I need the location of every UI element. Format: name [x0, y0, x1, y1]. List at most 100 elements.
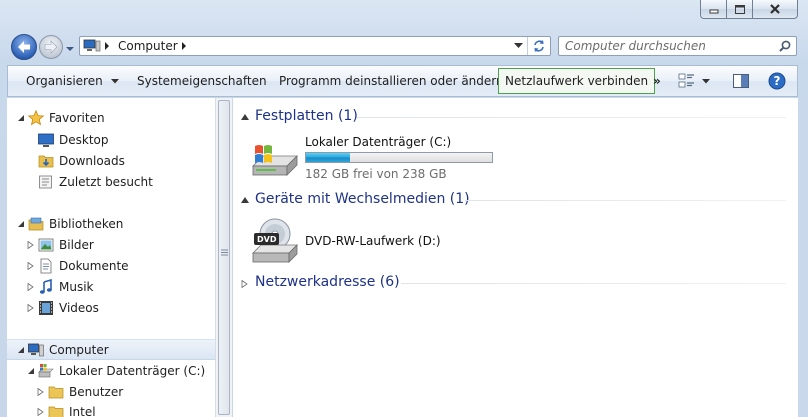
preview-pane-icon: [733, 74, 749, 88]
expanded-triangle-icon[interactable]: [17, 114, 25, 122]
breadcrumb-computer[interactable]: Computer: [118, 39, 178, 53]
collapsed-triangle-icon[interactable]: [37, 387, 45, 396]
tree-item-pictures[interactable]: Bilder: [7, 234, 215, 255]
tree-label: Dokumente: [59, 258, 129, 273]
maximize-button[interactable]: [726, 0, 753, 19]
forward-arrow-icon: [44, 40, 58, 54]
tree-label: Intel: [69, 404, 96, 417]
grip-icon: [221, 249, 228, 256]
folder-icon: [48, 386, 64, 398]
dvd-badge: DVD: [257, 235, 277, 244]
address-history-dropdown[interactable]: [508, 37, 528, 55]
system-properties-button[interactable]: Systemeigenschaften: [137, 66, 267, 96]
tree-label: Bibliotheken: [49, 216, 124, 231]
drive-c-free-space: 182 GB frei von 238 GB: [305, 167, 447, 181]
group-network-locations[interactable]: Netzwerkadresse (6): [233, 273, 798, 295]
refresh-button[interactable]: [527, 37, 550, 55]
scrollbar-thumb[interactable]: [218, 100, 230, 415]
collapsed-triangle-icon[interactable]: [37, 407, 45, 416]
tree-item-documents[interactable]: Dokumente: [7, 255, 215, 276]
view-options-icon: [678, 73, 694, 88]
organize-label: Organisieren: [26, 74, 103, 88]
tree-item-folder[interactable]: Benutzer: [7, 381, 215, 402]
expanded-triangle-icon[interactable]: [27, 367, 35, 375]
back-button[interactable]: [11, 34, 37, 60]
collapsed-triangle-icon[interactable]: [27, 261, 35, 270]
explorer-window: Computer Organisieren Systemeigenschafte…: [0, 0, 808, 417]
tree-item-videos[interactable]: Videos: [7, 297, 215, 318]
chevron-down-icon: [702, 78, 710, 83]
address-bar[interactable]: Computer: [79, 36, 551, 56]
search-input[interactable]: [565, 38, 765, 54]
drive-c-item[interactable]: Lokaler Datenträger (C:) 182 GB frei von…: [251, 134, 513, 184]
collapsed-triangle-icon[interactable]: [27, 282, 35, 291]
tree-computer[interactable]: Computer: [7, 339, 215, 360]
star-icon: [28, 109, 44, 125]
change-view-button[interactable]: [678, 66, 710, 96]
tree-item-downloads[interactable]: Downloads: [7, 150, 215, 171]
tree-item-music[interactable]: Musik: [7, 276, 215, 297]
tree-label: Favoriten: [49, 110, 105, 125]
tree-label: Lokaler Datenträger (C:): [59, 363, 206, 378]
expanded-triangle-icon[interactable]: [17, 220, 25, 228]
navigation-pane: Favoriten Desktop Downloads Zuletzt besu…: [7, 98, 215, 417]
breadcrumb-arrow-icon[interactable]: [181, 42, 187, 50]
map-network-drive-button[interactable]: Netzlaufwerk verbinden: [498, 68, 656, 94]
group-hard-disks[interactable]: Festplatten (1): [233, 107, 798, 129]
tree-label: Desktop: [59, 132, 109, 147]
tree-label: Videos: [59, 300, 99, 315]
chevron-down-icon: [513, 43, 523, 48]
music-icon: [39, 278, 52, 294]
collapsed-triangle-icon[interactable]: [27, 240, 35, 249]
folder-icon: [48, 406, 64, 417]
uninstall-program-label: Programm deinstallieren oder ändern: [279, 74, 504, 88]
group-title: Geräte mit Wechselmedien (1): [255, 191, 470, 207]
search-box[interactable]: [558, 36, 797, 56]
window-border: [798, 98, 808, 417]
tree-label: Musik: [59, 279, 94, 294]
chevron-down-icon: [110, 78, 119, 83]
collapsed-triangle-icon[interactable]: [27, 303, 35, 312]
downloads-folder-icon: [38, 155, 54, 167]
group-removable-media[interactable]: Geräte mit Wechselmedien (1): [233, 190, 798, 212]
drive-usage-fill: [306, 153, 350, 162]
tree-label: Benutzer: [69, 384, 124, 399]
tree-favorites[interactable]: Favoriten: [7, 107, 215, 128]
system-properties-label: Systemeigenschaften: [137, 74, 267, 88]
libraries-icon: [28, 217, 44, 230]
navigation-pane-scrollbar[interactable]: [215, 98, 232, 417]
computer-icon: [83, 39, 101, 52]
group-divider: [357, 117, 786, 118]
group-title: Netzwerkadresse (6): [255, 274, 400, 290]
group-divider: [401, 283, 786, 284]
svg-text:?: ?: [774, 74, 781, 88]
close-button[interactable]: [752, 0, 798, 19]
recent-places-icon: [39, 175, 52, 188]
pictures-icon: [38, 238, 54, 251]
tree-label: Zuletzt besucht: [59, 174, 153, 189]
drive-c-name: Lokaler Datenträger (C:): [305, 135, 452, 149]
refresh-icon: [534, 40, 544, 52]
recent-pages-button[interactable]: [65, 43, 75, 53]
collapsed-triangle-icon: [241, 280, 248, 288]
expanded-triangle-icon[interactable]: [17, 346, 25, 354]
tree-libraries[interactable]: Bibliotheken: [7, 213, 215, 234]
forward-button[interactable]: [39, 35, 63, 59]
more-commands-button[interactable]: »: [653, 66, 661, 96]
magnifier-icon[interactable]: [779, 40, 791, 52]
tree-item-desktop[interactable]: Desktop: [7, 129, 215, 150]
tree-item-folder[interactable]: Intel: [7, 401, 215, 417]
command-bar: Organisieren Systemeigenschaften Program…: [7, 65, 798, 97]
tree-item-recent[interactable]: Zuletzt besucht: [7, 171, 215, 192]
breadcrumb-arrow-icon: [105, 42, 109, 50]
dvd-drive-item[interactable]: DVD DVD-RW-Laufwerk (D:): [251, 217, 471, 267]
help-button[interactable]: ?: [768, 66, 786, 96]
tree-item-drive-c[interactable]: Lokaler Datenträger (C:): [7, 360, 215, 381]
documents-icon: [40, 258, 52, 273]
minimize-button[interactable]: [700, 0, 727, 19]
organize-button[interactable]: Organisieren: [26, 66, 119, 96]
map-network-drive-label: Netzlaufwerk verbinden: [505, 74, 649, 88]
minimize-icon: [709, 9, 718, 14]
preview-pane-button[interactable]: [732, 66, 750, 96]
uninstall-program-button[interactable]: Programm deinstallieren oder ändern: [279, 66, 504, 96]
